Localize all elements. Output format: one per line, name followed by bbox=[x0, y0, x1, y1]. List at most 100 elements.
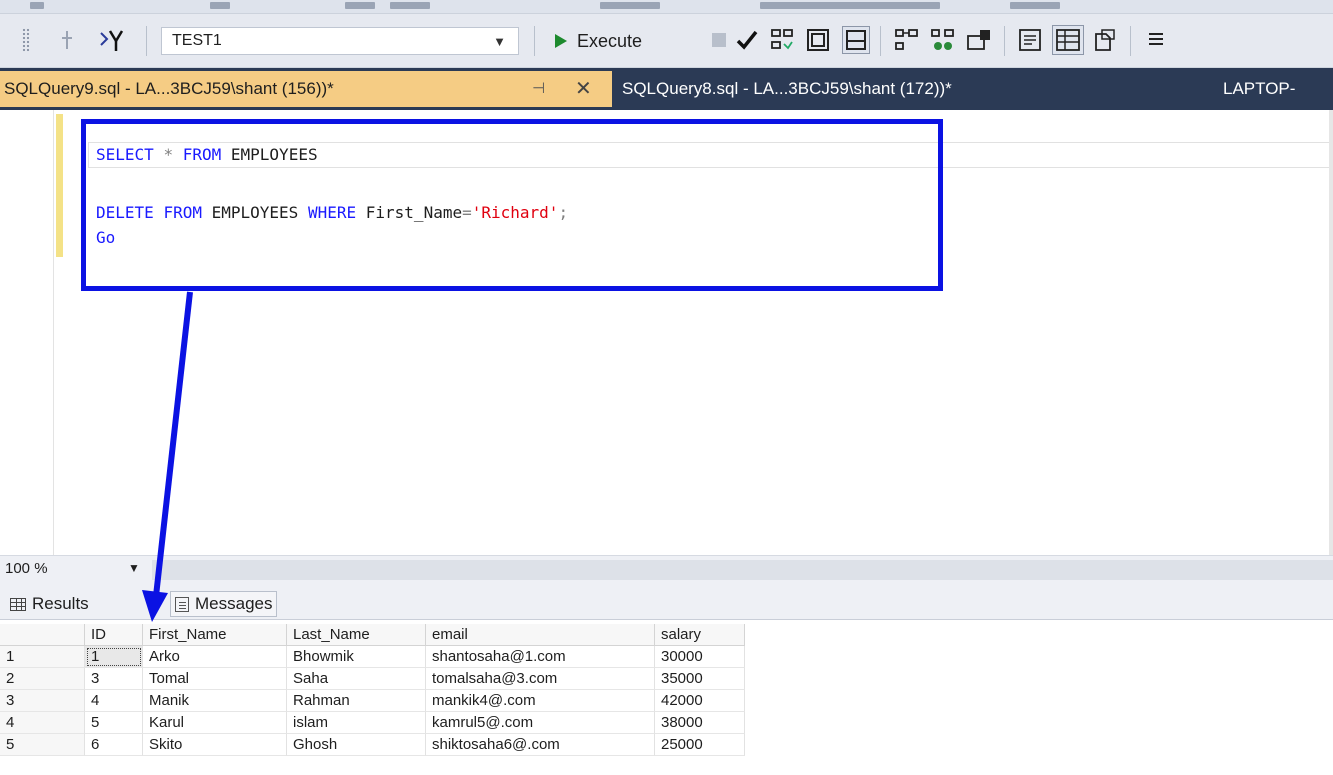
cell-id[interactable]: 6 bbox=[85, 734, 143, 756]
change-connection-icon[interactable] bbox=[96, 26, 130, 54]
table-row[interactable]: 2 3 Tomal Saha tomalsaha@3.com 35000 bbox=[0, 668, 745, 690]
play-icon bbox=[555, 34, 567, 48]
toolbar-ghost-icon bbox=[600, 2, 660, 9]
grid-header-row: ID First_Name Last_Name email salary bbox=[0, 624, 745, 646]
messages-icon bbox=[175, 596, 189, 612]
cell-id[interactable]: 1 bbox=[85, 646, 143, 668]
document-tab-strip: SQLQuery9.sql - LA...3BCJ59\shant (156))… bbox=[0, 68, 1333, 110]
table-row[interactable]: 3 4 Manik Rahman mankik4@.com 42000 bbox=[0, 690, 745, 712]
toolbar-ghost-icon bbox=[345, 2, 375, 9]
close-tab-icon[interactable]: ✕ bbox=[575, 76, 592, 101]
cell-first-name[interactable]: Manik bbox=[143, 690, 287, 712]
cell-salary[interactable]: 38000 bbox=[655, 712, 745, 734]
row-number[interactable]: 3 bbox=[0, 690, 85, 712]
cell-last-name[interactable]: Saha bbox=[287, 668, 426, 690]
change-tracking-bar bbox=[56, 114, 63, 257]
live-query-statistics-icon[interactable] bbox=[928, 26, 958, 54]
grid-icon bbox=[10, 597, 26, 611]
cell-last-name[interactable]: Ghosh bbox=[287, 734, 426, 756]
line-number-gutter bbox=[0, 110, 54, 555]
row-number[interactable]: 4 bbox=[0, 712, 85, 734]
tab-messages[interactable]: Messages bbox=[170, 591, 278, 617]
table-row[interactable]: 4 5 Karul islam kamrul5@.com 38000 bbox=[0, 712, 745, 734]
column-header-salary[interactable]: salary bbox=[655, 624, 745, 646]
row-number[interactable]: 2 bbox=[0, 668, 85, 690]
upper-toolbar-strip bbox=[0, 0, 1333, 14]
available-databases-select[interactable]: TEST1 ▼ bbox=[161, 27, 519, 55]
toolbar-separator bbox=[534, 26, 535, 56]
column-header-id[interactable]: ID bbox=[85, 624, 143, 646]
cell-email[interactable]: shantosaha@1.com bbox=[426, 646, 655, 668]
pin-icon[interactable] bbox=[56, 28, 78, 52]
cell-email[interactable]: mankik4@.com bbox=[426, 690, 655, 712]
tab-label: SQLQuery8.sql - LA...3BCJ59\shant (172))… bbox=[622, 79, 952, 98]
column-header-last-name[interactable]: Last_Name bbox=[287, 624, 426, 646]
cell-first-name[interactable]: Arko bbox=[143, 646, 287, 668]
sql-editor-toolbar: TEST1 ▼ Execute bbox=[0, 14, 1333, 68]
toolbar-ghost-icon bbox=[30, 2, 44, 9]
comment-lines-icon[interactable] bbox=[1142, 26, 1170, 54]
cell-id[interactable]: 3 bbox=[85, 668, 143, 690]
toolbar-separator bbox=[1004, 26, 1005, 56]
tab-server[interactable]: LAPTOP- bbox=[1223, 71, 1295, 107]
pin-tab-icon[interactable]: ⊣ bbox=[532, 79, 545, 97]
cell-email[interactable]: shiktosaha6@.com bbox=[426, 734, 655, 756]
display-estimated-plan-icon[interactable] bbox=[768, 26, 796, 54]
chevron-down-icon: ▼ bbox=[493, 34, 506, 49]
row-number[interactable]: 5 bbox=[0, 734, 85, 756]
query-options-icon[interactable] bbox=[804, 26, 832, 54]
editor-status-bar: 100 % ▼ bbox=[0, 555, 1333, 583]
cell-last-name[interactable]: Rahman bbox=[287, 690, 426, 712]
cell-first-name[interactable]: Karul bbox=[143, 712, 287, 734]
editor-vertical-scrollbar[interactable] bbox=[1329, 110, 1333, 555]
parse-checkmark-icon[interactable] bbox=[734, 26, 760, 54]
editor-horizontal-scrollbar[interactable] bbox=[152, 560, 1333, 580]
toolbar-ghost-icon bbox=[1010, 2, 1060, 9]
cell-salary[interactable]: 35000 bbox=[655, 668, 745, 690]
tab-label: Results bbox=[32, 594, 89, 613]
tab-label: SQLQuery9.sql - LA...3BCJ59\shant (156))… bbox=[4, 79, 334, 98]
cell-last-name[interactable]: islam bbox=[287, 712, 426, 734]
cell-first-name[interactable]: Skito bbox=[143, 734, 287, 756]
database-name: TEST1 bbox=[172, 32, 222, 49]
table-row[interactable]: 1 1 Arko Bhowmik shantosaha@1.com 30000 bbox=[0, 646, 745, 668]
client-statistics-icon[interactable] bbox=[964, 26, 994, 54]
include-actual-plan-icon[interactable] bbox=[892, 26, 922, 54]
tab-results[interactable]: Results bbox=[10, 591, 89, 617]
toolbar-ghost-icon bbox=[760, 2, 940, 9]
column-header-first-name[interactable]: First_Name bbox=[143, 624, 287, 646]
row-number[interactable]: 1 bbox=[0, 646, 85, 668]
chevron-down-icon[interactable]: ▼ bbox=[128, 561, 140, 575]
row-number-header bbox=[0, 624, 85, 646]
tab-label: LAPTOP- bbox=[1223, 79, 1296, 98]
cell-salary[interactable]: 42000 bbox=[655, 690, 745, 712]
toolbar-ghost-icon bbox=[390, 2, 430, 9]
table-row[interactable]: 5 6 Skito Ghosh shiktosaha6@.com 25000 bbox=[0, 734, 745, 756]
results-grid[interactable]: ID First_Name Last_Name email salary 1 1… bbox=[0, 619, 1333, 775]
zoom-level[interactable]: 100 % bbox=[5, 560, 48, 577]
cell-id[interactable]: 4 bbox=[85, 690, 143, 712]
tab-sqlquery8[interactable]: SQLQuery8.sql - LA...3BCJ59\shant (172))… bbox=[622, 71, 952, 107]
toolbar-ghost-icon bbox=[210, 2, 230, 9]
cell-salary[interactable]: 25000 bbox=[655, 734, 745, 756]
column-header-email[interactable]: email bbox=[426, 624, 655, 646]
execute-label: Execute bbox=[577, 30, 643, 51]
toolbar-separator bbox=[880, 26, 881, 56]
results-to-text-icon[interactable] bbox=[1016, 26, 1046, 54]
tab-sqlquery9[interactable]: SQLQuery9.sql - LA...3BCJ59\shant (156))… bbox=[0, 71, 612, 107]
cell-salary[interactable]: 30000 bbox=[655, 646, 745, 668]
tab-label: Messages bbox=[195, 594, 273, 613]
annotation-highlight-box bbox=[81, 119, 943, 291]
execute-button[interactable]: Execute bbox=[555, 26, 642, 56]
results-to-file-icon[interactable] bbox=[1090, 26, 1120, 54]
cell-id[interactable]: 5 bbox=[85, 712, 143, 734]
toolbar-separator bbox=[146, 26, 147, 56]
cell-last-name[interactable]: Bhowmik bbox=[287, 646, 426, 668]
cell-email[interactable]: tomalsaha@3.com bbox=[426, 668, 655, 690]
intellisense-enabled-icon[interactable] bbox=[842, 26, 870, 54]
stop-icon[interactable] bbox=[712, 33, 726, 47]
results-to-grid-icon[interactable] bbox=[1052, 25, 1084, 55]
cell-first-name[interactable]: Tomal bbox=[143, 668, 287, 690]
cell-email[interactable]: kamrul5@.com bbox=[426, 712, 655, 734]
toolbar-grip[interactable] bbox=[22, 28, 30, 52]
